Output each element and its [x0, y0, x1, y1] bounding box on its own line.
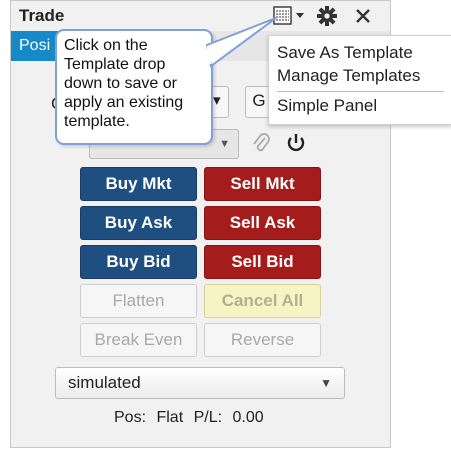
cancel-all-button[interactable]: Cancel All: [204, 284, 321, 318]
close-button[interactable]: [353, 6, 373, 31]
pos-label: Pos:: [114, 409, 147, 426]
account-select-value: simulated: [68, 373, 141, 392]
sell-market-button[interactable]: Sell Mkt: [204, 167, 321, 201]
settings-button[interactable]: [316, 5, 338, 32]
gear-icon: [317, 6, 337, 26]
menu-item-simple-panel[interactable]: Simple Panel: [277, 96, 377, 116]
tooltip-line: apply an existing: [64, 94, 184, 111]
flatten-button[interactable]: Flatten: [80, 284, 197, 318]
tooltip-line: Click on the: [64, 37, 148, 54]
paperclip-icon: [253, 133, 270, 152]
template-icon: [273, 6, 304, 25]
pl-label: P/L:: [193, 409, 223, 426]
menu-item-save-as-template[interactable]: Save As Template: [277, 43, 413, 63]
chevron-down-icon: ▼: [320, 376, 332, 390]
hidden-g-label: G: [252, 91, 266, 110]
chevron-down-icon: [296, 13, 304, 18]
account-select[interactable]: simulated ▼: [55, 367, 345, 399]
panel-title: Trade: [19, 6, 65, 25]
pos-value: Flat: [156, 409, 184, 426]
pl-value: 0.00: [232, 409, 264, 426]
combo-chevron-icon: ▼: [219, 138, 230, 150]
sell-ask-button[interactable]: Sell Ask: [204, 206, 321, 240]
tooltip-line: Template drop: [64, 56, 166, 73]
attach-button[interactable]: [251, 132, 271, 161]
reverse-button[interactable]: Reverse: [204, 323, 321, 357]
buy-market-button[interactable]: Buy Mkt: [80, 167, 197, 201]
tooltip-line: down to save or: [64, 75, 177, 92]
sell-bid-button[interactable]: Sell Bid: [204, 245, 321, 279]
buy-bid-button[interactable]: Buy Bid: [80, 245, 197, 279]
template-tooltip: Click on the Template drop down to save …: [55, 29, 213, 145]
buy-ask-button[interactable]: Buy Ask: [80, 206, 197, 240]
title-bar: Trade: [11, 1, 390, 31]
tooltip-line: template.: [64, 113, 130, 130]
power-icon: [287, 134, 305, 152]
position-status: Pos: Flat P/L: 0.00: [114, 409, 270, 427]
menu-separator: [277, 91, 444, 92]
template-menu: Save As Template Manage Templates Simple…: [268, 35, 451, 125]
template-dropdown-button[interactable]: [273, 6, 309, 26]
power-button[interactable]: [285, 131, 307, 160]
menu-item-manage-templates[interactable]: Manage Templates: [277, 66, 420, 86]
break-even-button[interactable]: Break Even: [80, 323, 197, 357]
close-icon: [356, 9, 370, 23]
